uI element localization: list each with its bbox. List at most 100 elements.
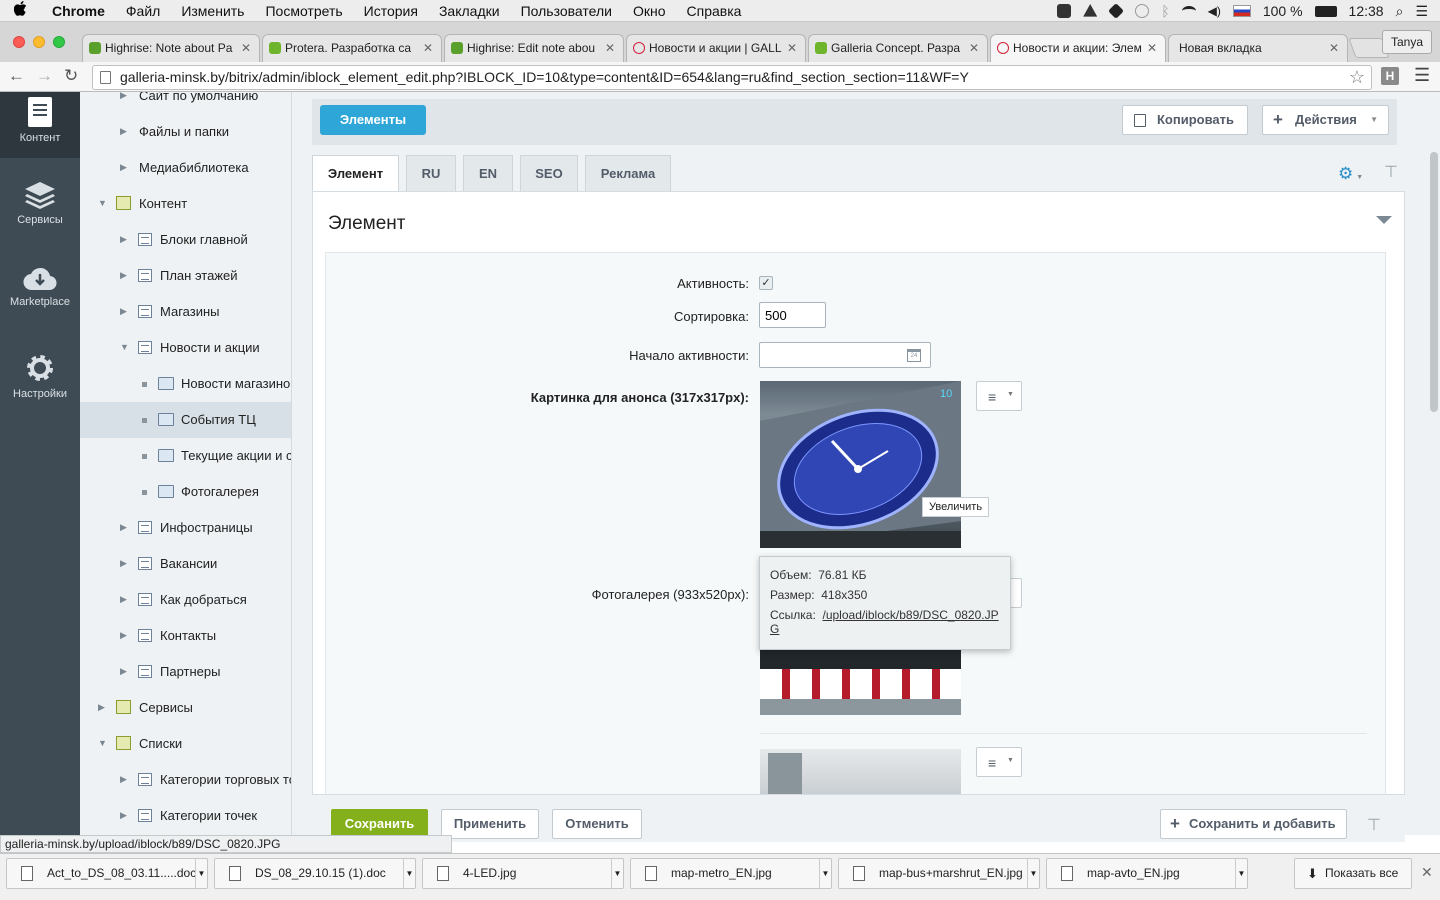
tab-close-icon[interactable]: ✕ — [1329, 35, 1339, 61]
address-bar[interactable]: galleria-minsk.by/bitrix/admin/iblock_el… — [92, 65, 1372, 90]
expand-arrow-icon[interactable]: ▶ — [120, 594, 127, 605]
download-item[interactable]: map-metro_EN.jpg ▼ — [630, 858, 832, 889]
tab-ru[interactable]: RU — [406, 155, 456, 191]
window-close-button[interactable] — [13, 36, 25, 48]
download-item[interactable]: DS_08_29.10.15 (1).doc ▼ — [214, 858, 416, 889]
tree-item[interactable]: ▶ Сайт по умолчанию — [80, 92, 291, 114]
window-zoom-button[interactable] — [53, 36, 65, 48]
battery-percent[interactable]: 100 % — [1263, 3, 1303, 19]
forward-arrow-icon[interactable]: → — [36, 66, 53, 86]
collapse-arrow-icon[interactable]: ▼ — [98, 198, 107, 208]
chevron-down-icon[interactable]: ▼ — [403, 859, 415, 888]
tree-item[interactable]: ▶ Магазины — [80, 294, 291, 330]
tree-item[interactable]: Новости магазинов — [80, 366, 291, 402]
expand-arrow-icon[interactable]: ▶ — [120, 774, 127, 785]
browser-tab-active[interactable]: Новости и акции: Элем ✕ — [990, 34, 1166, 63]
browser-tab[interactable]: Galleria Concept. Разра ✕ — [808, 34, 988, 62]
browser-tab[interactable]: Новая вкладка ✕ — [1168, 34, 1348, 62]
download-item[interactable]: 4-LED.jpg ▼ — [422, 858, 624, 889]
tree-item-selected[interactable]: События ТЦ — [80, 402, 291, 438]
gallery-image-menu-button-2[interactable]: ≡ ▼ — [976, 747, 1022, 777]
expand-arrow-icon[interactable]: ▶ — [120, 810, 127, 821]
tree-item[interactable]: Фотогалерея — [80, 474, 291, 510]
apple-icon[interactable] — [13, 1, 34, 20]
menu-app-name[interactable]: Chrome — [52, 3, 105, 19]
expand-arrow-icon[interactable]: ▶ — [120, 666, 127, 677]
volume-icon[interactable]: ◀) — [1208, 4, 1221, 18]
tab-close-icon[interactable]: ✕ — [605, 35, 615, 61]
highrise-extension-icon[interactable]: H — [1381, 67, 1399, 85]
expand-arrow-icon[interactable]: ▶ — [120, 126, 127, 137]
apply-button[interactable]: Применить — [441, 809, 539, 839]
copy-button[interactable]: Копировать — [1122, 105, 1248, 135]
tree-item[interactable]: ▶ Категории торговых точек — [80, 762, 291, 798]
collapse-arrow-icon[interactable]: ▼ — [98, 738, 107, 748]
vertical-scrollbar[interactable] — [1430, 152, 1438, 412]
gallery-image-thumbnail[interactable] — [760, 643, 961, 715]
tree-item[interactable]: ▼ Новости и акции — [80, 330, 291, 366]
tab-settings-gear-icon[interactable]: ⚙ ▼ — [1338, 164, 1363, 184]
tree-item[interactable]: Текущие акции и скидки — [80, 438, 291, 474]
expand-arrow-icon[interactable]: ▶ — [120, 522, 127, 533]
collapse-triangle-icon[interactable] — [1376, 216, 1392, 224]
chevron-down-icon[interactable]: ▼ — [1235, 859, 1247, 888]
tree-item[interactable]: ▶ Как добраться — [80, 582, 291, 618]
tree-item[interactable]: ▶ Блоки главной — [80, 222, 291, 258]
tab-close-icon[interactable]: ✕ — [969, 35, 979, 61]
menu-help[interactable]: Справка — [687, 3, 742, 19]
notification-center-icon[interactable]: ☰ — [1415, 3, 1428, 20]
show-all-downloads-button[interactable]: ⬇ Показать все — [1294, 858, 1412, 889]
tab-advertising[interactable]: Реклама — [585, 155, 671, 191]
download-item[interactable]: Act_to_DS_08_03.11.....doc ▼ — [6, 858, 208, 889]
tab-close-icon[interactable]: ✕ — [1147, 35, 1157, 61]
tab-seo[interactable]: SEO — [520, 155, 578, 191]
window-minimize-button[interactable] — [33, 36, 45, 48]
close-shelf-icon[interactable]: ✕ — [1421, 864, 1433, 881]
admin-nav-settings[interactable]: Настройки — [0, 352, 80, 412]
browser-tab[interactable]: Highrise: Note about Pa ✕ — [82, 34, 260, 62]
expand-arrow-icon[interactable]: ▶ — [120, 630, 127, 641]
wifi-icon[interactable] — [1181, 6, 1196, 16]
calendar-icon[interactable]: 24 — [907, 349, 921, 362]
active-checkbox[interactable]: ✓ — [759, 276, 773, 290]
download-item[interactable]: map-avto_EN.jpg ▼ — [1046, 858, 1248, 889]
chevron-down-icon[interactable]: ▼ — [1027, 859, 1039, 888]
check-shield-icon[interactable] — [1057, 4, 1072, 18]
expand-arrow-icon[interactable]: ▶ — [120, 234, 127, 245]
tree-item[interactable]: ▶ Контакты — [80, 618, 291, 654]
browser-tab[interactable]: Новости и акции | GALL ✕ — [626, 34, 806, 62]
chevron-down-icon[interactable]: ▼ — [819, 859, 831, 888]
bluetooth-icon[interactable]: ᛒ — [1161, 4, 1169, 18]
preview-image-thumbnail[interactable]: 10 — [760, 381, 961, 548]
spotlight-search-icon[interactable]: ⌕ — [1396, 3, 1404, 20]
tree-item[interactable]: ▼ Списки — [80, 726, 291, 762]
bookmark-star-icon[interactable]: ☆ — [1349, 66, 1365, 89]
pin-icon[interactable]: ⊤ — [1384, 162, 1398, 182]
download-item[interactable]: map-bus+marshrut_EN.jpg ▼ — [838, 858, 1040, 889]
tab-close-icon[interactable]: ✕ — [423, 35, 433, 61]
menu-file[interactable]: Файл — [126, 3, 160, 19]
menu-window[interactable]: Окно — [633, 3, 666, 19]
tree-item[interactable]: ▶ Файлы и папки — [80, 114, 291, 150]
browser-tab[interactable]: Highrise: Edit note abou ✕ — [444, 34, 624, 62]
tab-en[interactable]: EN — [463, 155, 513, 191]
pin-icon[interactable]: ⊤ — [1367, 815, 1381, 835]
tab-close-icon[interactable]: ✕ — [241, 35, 251, 61]
sort-input[interactable] — [759, 302, 826, 328]
battery-icon[interactable] — [1314, 5, 1337, 17]
save-and-add-button[interactable]: + Сохранить и добавить — [1160, 809, 1347, 839]
tree-item[interactable]: ▶ План этажей — [80, 258, 291, 294]
chrome-menu-icon[interactable]: ☰ — [1414, 65, 1430, 86]
dropbox-icon[interactable] — [1108, 3, 1125, 19]
browser-tab[interactable]: Protera. Разработка са ✕ — [262, 34, 442, 62]
russian-flag-icon[interactable] — [1232, 5, 1251, 17]
expand-arrow-icon[interactable]: ▶ — [120, 558, 127, 569]
cancel-button[interactable]: Отменить — [552, 809, 642, 839]
chevron-down-icon[interactable]: ▼ — [611, 859, 623, 888]
menu-view[interactable]: Посмотреть — [265, 3, 342, 19]
clock-icon[interactable] — [1135, 4, 1150, 18]
reload-icon[interactable]: ↻ — [64, 66, 78, 86]
menu-users[interactable]: Пользователи — [521, 3, 612, 19]
drive-icon[interactable] — [1083, 4, 1098, 17]
actions-button[interactable]: + Действия ▼ — [1262, 105, 1389, 135]
